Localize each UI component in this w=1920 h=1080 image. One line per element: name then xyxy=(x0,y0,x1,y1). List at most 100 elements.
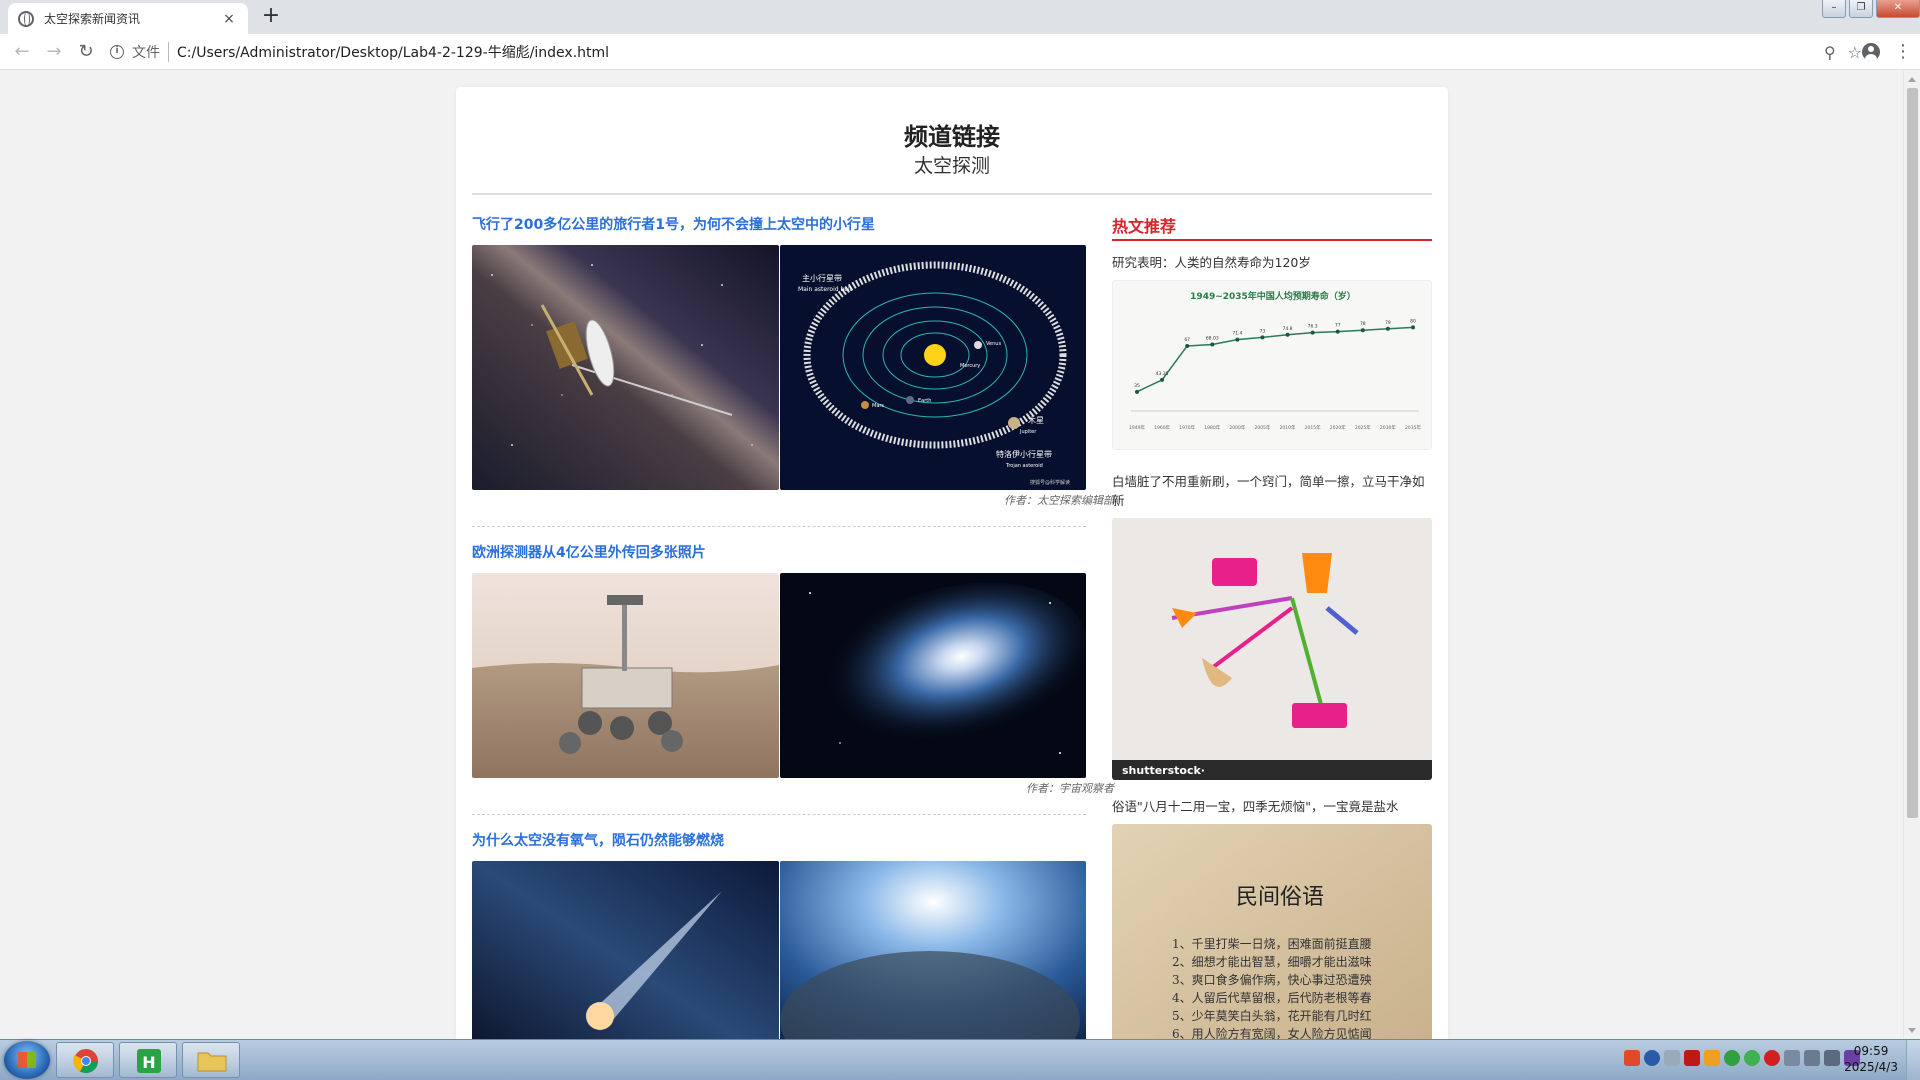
chart-tick-label: 1949年 xyxy=(1129,424,1145,431)
chart-point xyxy=(1135,389,1139,394)
chart-point xyxy=(1360,328,1365,333)
account-icon[interactable] xyxy=(1862,43,1880,61)
hot-articles-sidebar: 热文推荐 研究表明：人类的自然寿命为120岁 1949~2035年中国人均预期寿… xyxy=(1112,203,1432,1039)
hbuilder-icon: H xyxy=(137,1049,161,1073)
article-title-link[interactable]: 飞行了200多亿公里的旅行者1号，为何不会撞上太空中的小行星 xyxy=(472,203,1086,239)
tab-close-button[interactable]: × xyxy=(220,11,238,27)
address-bar[interactable]: i 文件 C:/Users/Administrator/Desktop/Lab4… xyxy=(110,37,1862,67)
shield-icon[interactable] xyxy=(1704,1050,1720,1066)
browser-tab[interactable]: 太空探索新闻资讯 × xyxy=(8,3,248,34)
sidebar-item-link[interactable]: 俗语"八月十二用一宝，四季无烦恼"，一宝竟是盐水 xyxy=(1112,797,1432,816)
chart-point xyxy=(1310,330,1315,335)
article-item: 为什么太空没有氧气，陨石仍然能够燃烧 xyxy=(472,819,1086,1039)
article-author: 作者：太空探索编辑部 xyxy=(1004,494,1114,507)
tab-strip: 太空探索新闻资讯 × + – ❐ ✕ xyxy=(0,0,1920,34)
vertical-scrollbar[interactable] xyxy=(1903,71,1920,1039)
scrollbar-thumb[interactable] xyxy=(1907,88,1918,818)
page-title: 频道链接 xyxy=(904,123,1000,151)
tray-arrow-icon[interactable] xyxy=(1664,1050,1680,1066)
book-line: 4、人留后代草留根，后代防老根等春 xyxy=(1172,990,1372,1005)
chart-series-line xyxy=(1136,326,1414,393)
taskbar-hbuilder[interactable]: H xyxy=(119,1042,177,1078)
chart-data-label: 73 xyxy=(1260,328,1266,334)
file-label: 文件 xyxy=(132,42,169,62)
restore-button[interactable]: ❐ xyxy=(1849,0,1873,18)
meteor-image xyxy=(472,861,779,1039)
star-icon[interactable]: ☆ xyxy=(1848,43,1862,62)
chart-point xyxy=(1285,332,1290,337)
chart-data-label: 67 xyxy=(1184,337,1190,343)
back-icon[interactable]: ← xyxy=(6,36,38,68)
chart-point xyxy=(1160,377,1165,382)
clock-time: 09:59 xyxy=(1853,1044,1889,1058)
chart-data-label: 35 xyxy=(1134,383,1140,389)
taskbar-explorer[interactable] xyxy=(182,1042,240,1078)
volume-icon[interactable] xyxy=(1804,1050,1820,1066)
chart-point xyxy=(1335,329,1340,334)
mars-rover-image xyxy=(472,573,779,778)
chart-tick-label: 2035年 xyxy=(1405,424,1421,431)
zoom-icon[interactable]: ⚲ xyxy=(1824,43,1836,62)
svg-text:H: H xyxy=(142,1053,155,1072)
url-text[interactable]: C:/Users/Administrator/Desktop/Lab4-2-12… xyxy=(177,42,609,62)
content-card: 频道链接 太空探测 飞行了200多亿公里的旅行者1号，为何不会撞上太空中的小行星 xyxy=(456,87,1448,1039)
scroll-up-icon[interactable] xyxy=(1908,77,1916,82)
chart-tick-label: 2030年 xyxy=(1380,424,1396,431)
asteroid-label: Trojan asteroid xyxy=(1005,463,1043,469)
asteroid-label: 木星 xyxy=(1028,415,1044,425)
taskbar-clock[interactable]: 09:59 2025/4/3 xyxy=(1844,1043,1898,1075)
sidebar-item-link[interactable]: 研究表明：人类的自然寿命为120岁 xyxy=(1112,253,1432,272)
sync-icon[interactable] xyxy=(1744,1050,1760,1066)
page-viewport: 频道链接 太空探测 飞行了200多亿公里的旅行者1号，为何不会撞上太空中的小行星 xyxy=(0,71,1920,1039)
network-icon[interactable] xyxy=(1784,1050,1800,1066)
sidebar-item-link[interactable]: 白墙脏了不用重新刷，一个窍门，简单一擦，立马干净如新 xyxy=(1112,472,1432,510)
close-window-button[interactable]: ✕ xyxy=(1876,0,1920,18)
header-divider xyxy=(472,193,1432,195)
minimize-button[interactable]: – xyxy=(1822,0,1846,18)
battery-icon[interactable] xyxy=(1824,1050,1840,1066)
scroll-down-icon[interactable] xyxy=(1908,1028,1916,1033)
start-button[interactable] xyxy=(4,1041,50,1079)
chart-tick-label: 2010年 xyxy=(1280,424,1296,431)
chart-data-label: 74.8 xyxy=(1283,326,1293,332)
tab-title: 太空探索新闻资讯 xyxy=(44,12,141,26)
reload-icon[interactable]: ↻ xyxy=(70,36,102,68)
chart-data-label: 68.03 xyxy=(1206,335,1219,341)
chart-tick-label: 1960年 xyxy=(1154,424,1170,431)
article-author: 作者：宇宙观察者 xyxy=(1026,782,1114,795)
menu-icon[interactable]: ⋮ xyxy=(1894,43,1912,61)
chart-data-label: 71.4 xyxy=(1232,331,1242,337)
chart-point xyxy=(1385,326,1390,331)
chart-tick-label: 1980年 xyxy=(1204,424,1220,431)
forward-icon[interactable]: → xyxy=(38,36,70,68)
window-controls: – ❐ ✕ xyxy=(1819,0,1920,18)
book-line: 5、少年莫笑白头翁，花开能有几时红 xyxy=(1172,1008,1372,1023)
show-desktop-button[interactable] xyxy=(1906,1040,1920,1080)
article-title-link[interactable]: 为什么太空没有氧气，陨石仍然能够燃烧 xyxy=(472,819,1086,855)
globe-icon xyxy=(18,10,34,27)
help-icon[interactable] xyxy=(1644,1050,1660,1066)
asteroid-label: Mercury xyxy=(960,363,980,369)
chart-data-label: 80 xyxy=(1410,318,1416,324)
adobe-icon[interactable] xyxy=(1684,1050,1700,1066)
clock-date: 2025/4/3 xyxy=(1844,1060,1898,1074)
chart-point xyxy=(1260,335,1265,340)
security-icon[interactable] xyxy=(1724,1050,1740,1066)
asteroid-label: 搜狐号@科学解读 xyxy=(1030,479,1070,486)
stop-icon[interactable] xyxy=(1764,1050,1780,1066)
asteroid-label: 主小行星带 xyxy=(802,273,842,283)
chrome-icon xyxy=(73,1049,98,1074)
chart-tick-label: 1970年 xyxy=(1179,424,1195,431)
sogou-icon[interactable] xyxy=(1624,1050,1640,1066)
info-icon[interactable]: i xyxy=(110,45,124,59)
article-list: 飞行了200多亿公里的旅行者1号，为何不会撞上太空中的小行星 主小行星带 Mai… xyxy=(472,203,1114,1039)
folk-sayings-image: 民间俗语 1、千里打柴一日烧，困难面前挺直腰 2、细想才能出智慧，细嚼才能出滋味… xyxy=(1112,824,1432,1039)
asteroid-label: Jupiter xyxy=(1019,429,1037,435)
chart-tick-label: 2025年 xyxy=(1355,424,1371,431)
taskbar-chrome[interactable] xyxy=(56,1042,114,1078)
new-tab-button[interactable]: + xyxy=(258,4,284,30)
asteroid-label: Mars xyxy=(872,403,884,409)
system-tray xyxy=(1624,1050,1860,1066)
chart-point xyxy=(1235,337,1240,342)
article-title-link[interactable]: 欧洲探测器从4亿公里外传回多张照片 xyxy=(472,531,1086,567)
